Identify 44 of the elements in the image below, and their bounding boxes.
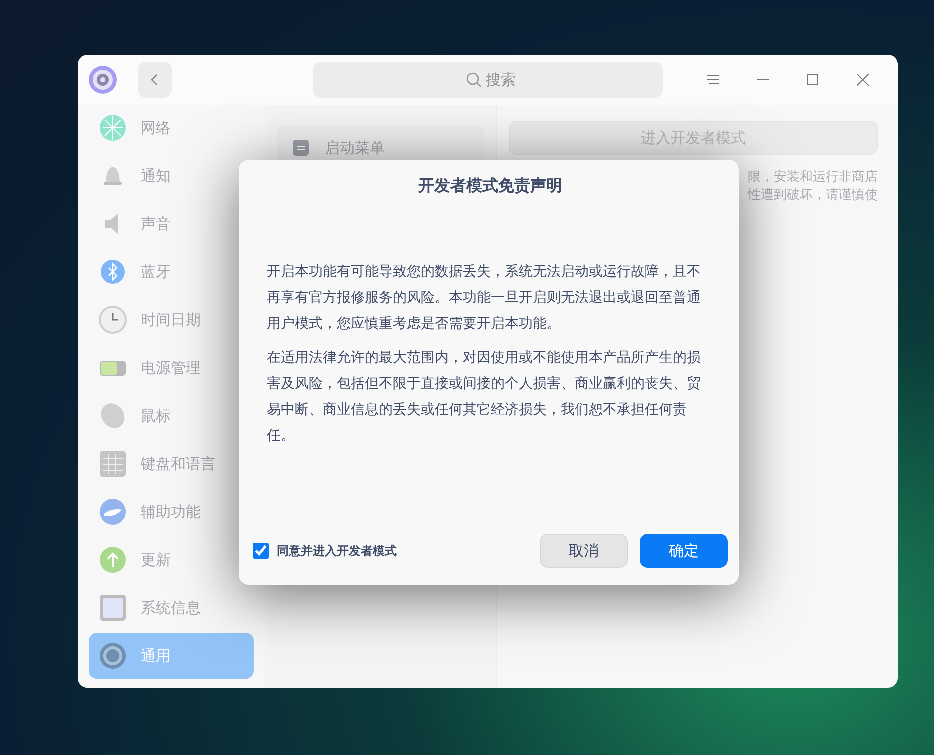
maximize-icon: [807, 74, 819, 86]
sidebar-item[interactable]: 通用: [89, 633, 254, 679]
menu-icon: [707, 75, 719, 85]
search-icon: [466, 72, 482, 88]
globe-icon: [99, 114, 127, 142]
close-icon: [857, 74, 869, 86]
sidebar-item[interactable]: 系统信息: [89, 585, 254, 631]
sidebar-label: 鼠标: [141, 406, 171, 427]
sidebar-item[interactable]: 网络: [89, 105, 254, 151]
cancel-button[interactable]: 取消: [540, 534, 628, 568]
sidebar-label: 时间日期: [141, 310, 201, 331]
sidebar-item[interactable]: 通知: [89, 153, 254, 199]
arrow-up-icon: [99, 546, 127, 574]
sidebar-item[interactable]: 蓝牙: [89, 249, 254, 295]
sidebar-label: 系统信息: [141, 598, 201, 619]
sidebar-label: 键盘和语言: [141, 454, 216, 475]
sidebar-label: 电源管理: [141, 358, 201, 379]
chevron-left-icon: [150, 73, 160, 87]
sidebar-item[interactable]: 时间日期: [89, 297, 254, 343]
search-field[interactable]: 搜索: [313, 62, 663, 98]
menu-label: 启动菜单: [325, 138, 385, 159]
sidebar-label: 蓝牙: [141, 262, 171, 283]
list-icon: [293, 140, 309, 156]
bluetooth-icon: [99, 258, 127, 286]
confirm-button[interactable]: 确定: [640, 534, 728, 568]
sidebar-label: 声音: [141, 214, 171, 235]
sidebar-item[interactable]: 鼠标: [89, 393, 254, 439]
minimize-icon: [757, 79, 769, 81]
clock-icon: [99, 306, 127, 334]
sidebar-label: 通用: [141, 646, 171, 667]
sidebar-item[interactable]: 声音: [89, 201, 254, 247]
agree-checkbox[interactable]: [253, 543, 269, 559]
sidebar-item[interactable]: 更新: [89, 537, 254, 583]
sidebar-label: 更新: [141, 550, 171, 571]
description-text: 性遭到破坏，请谨慎使: [748, 187, 878, 205]
sidebar-label: 通知: [141, 166, 171, 187]
sidebar-label: 辅助功能: [141, 502, 201, 523]
back-button[interactable]: [138, 62, 172, 98]
description-text: 限，安装和运行非商店: [748, 169, 878, 187]
disclaimer-paragraph: 开启本功能有可能导致您的数据丢失，系统无法启动或运行故障，且不再享有官方报修服务的风险。本功能一旦开启则无法退出或退回至普通用户模式，您应慎重考虑是否需要开启本功能。: [267, 263, 702, 334]
disclaimer-paragraph: 在适用法律允许的最大范围内，对因使用或不能使用本产品所产生的损害及风险，包括但不限于直接或间接的个人损害、商业赢利的丧失、贸易中断、商业信息的丢失或任何其它经济损失，我们恕不承担任何责任。: [267, 349, 702, 446]
sidebar-label: 网络: [141, 118, 171, 139]
dialog-title: 开发者模式免责声明: [418, 176, 564, 196]
agree-label: 同意并进入开发者模式: [277, 543, 398, 560]
